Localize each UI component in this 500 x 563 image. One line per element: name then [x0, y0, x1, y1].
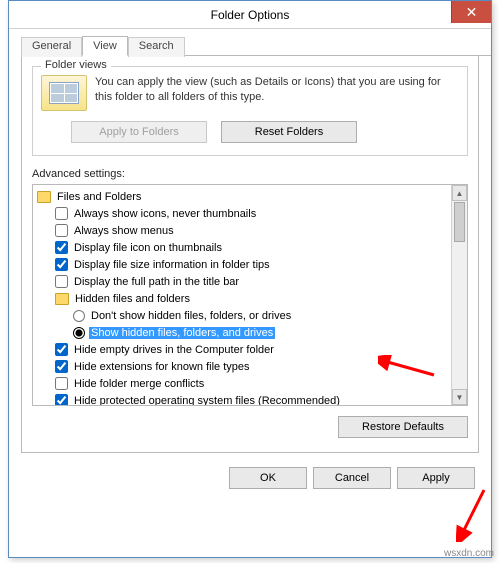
tree-checkbox[interactable] — [55, 224, 68, 237]
tree-checkbox[interactable] — [55, 207, 68, 220]
tree-item-9[interactable]: Hide extensions for known file types — [37, 358, 449, 375]
tree-item-label: Hide folder merge conflicts — [72, 378, 206, 390]
folder-views-description: You can apply the view (such as Details … — [95, 75, 459, 111]
folder-icon — [55, 293, 69, 305]
apply-to-folders-button[interactable]: Apply to Folders — [71, 121, 207, 143]
tree-item-4[interactable]: Display the full path in the title bar — [37, 273, 449, 290]
advanced-settings-label: Advanced settings: — [32, 168, 468, 180]
close-icon: ✕ — [466, 4, 478, 21]
folder-icon — [37, 191, 51, 203]
tab-general[interactable]: General — [21, 37, 82, 57]
tree-item-label: Hide protected operating system files (R… — [72, 395, 342, 406]
tree-item-label: Display file icon on thumbnails — [72, 242, 224, 254]
tree-item-label: Display the full path in the title bar — [72, 276, 241, 288]
client-area: General View Search Folder views You can… — [9, 35, 491, 489]
tree-item-1[interactable]: Always show menus — [37, 222, 449, 239]
tree-item-2[interactable]: Display file icon on thumbnails — [37, 239, 449, 256]
reset-folders-button[interactable]: Reset Folders — [221, 121, 357, 143]
tree-item-6[interactable]: Don't show hidden files, folders, or dri… — [37, 307, 449, 324]
tree-item-11[interactable]: Hide protected operating system files (R… — [37, 392, 449, 405]
scroll-thumb[interactable] — [454, 202, 465, 242]
tab-search[interactable]: Search — [128, 37, 185, 57]
window-title: Folder Options — [9, 8, 491, 22]
tree-item-label: Hide empty drives in the Computer folder — [72, 344, 276, 356]
tree-item-0[interactable]: Always show icons, never thumbnails — [37, 205, 449, 222]
folder-views-icon — [41, 75, 87, 111]
tree-item-5[interactable]: Hidden files and folders — [37, 290, 449, 307]
folder-views-row: You can apply the view (such as Details … — [41, 75, 459, 111]
tree-item-label: Hide extensions for known file types — [72, 361, 251, 373]
tree-checkbox[interactable] — [55, 394, 68, 405]
tree-item-label: Display file size information in folder … — [72, 259, 272, 271]
tree-item-7[interactable]: Show hidden files, folders, and drives — [37, 324, 449, 341]
folder-views-group: Folder views You can apply the view (suc… — [32, 66, 468, 156]
ok-button[interactable]: OK — [229, 467, 307, 489]
tree-item-label: Show hidden files, folders, and drives — [89, 327, 275, 339]
tree-item-8[interactable]: Hide empty drives in the Computer folder — [37, 341, 449, 358]
tree-root-label: Files and Folders — [55, 191, 143, 203]
folder-views-buttons: Apply to Folders Reset Folders — [71, 121, 459, 143]
tree-checkbox[interactable] — [55, 275, 68, 288]
scroll-up-button[interactable]: ▲ — [452, 185, 467, 201]
tree-item-label: Hidden files and folders — [73, 293, 192, 305]
tree-root[interactable]: Files and Folders — [37, 188, 449, 205]
tree-radio[interactable] — [73, 310, 85, 322]
watermark: wsxdn.com — [444, 548, 494, 559]
cancel-button[interactable]: Cancel — [313, 467, 391, 489]
restore-defaults-button[interactable]: Restore Defaults — [338, 416, 468, 438]
tab-strip: General View Search — [21, 35, 491, 56]
scroll-down-button[interactable]: ▼ — [452, 389, 467, 405]
tree-item-label: Always show icons, never thumbnails — [72, 208, 258, 220]
tree-radio[interactable] — [73, 327, 85, 339]
tree-checkbox[interactable] — [55, 377, 68, 390]
tree-checkbox[interactable] — [55, 343, 68, 356]
advanced-settings-tree[interactable]: Files and Folders Always show icons, neve… — [32, 184, 468, 406]
tree-checkbox[interactable] — [55, 241, 68, 254]
tab-view[interactable]: View — [82, 36, 128, 56]
tree-checkbox[interactable] — [55, 360, 68, 373]
titlebar[interactable]: Folder Options ✕ — [9, 1, 491, 29]
tree-item-label: Don't show hidden files, folders, or dri… — [89, 310, 293, 322]
scrollbar-vertical[interactable]: ▲ ▼ — [451, 185, 467, 405]
tree-item-10[interactable]: Hide folder merge conflicts — [37, 375, 449, 392]
folder-views-label: Folder views — [41, 59, 111, 71]
tab-body-view: Folder views You can apply the view (suc… — [21, 56, 479, 453]
apply-button[interactable]: Apply — [397, 467, 475, 489]
tree-checkbox[interactable] — [55, 258, 68, 271]
tree-item-label: Always show menus — [72, 225, 176, 237]
folder-options-window: Folder Options ✕ General View Search Fol… — [8, 0, 492, 558]
tree-item-3[interactable]: Display file size information in folder … — [37, 256, 449, 273]
dialog-buttons: OK Cancel Apply — [9, 467, 475, 489]
close-button[interactable]: ✕ — [451, 1, 491, 23]
